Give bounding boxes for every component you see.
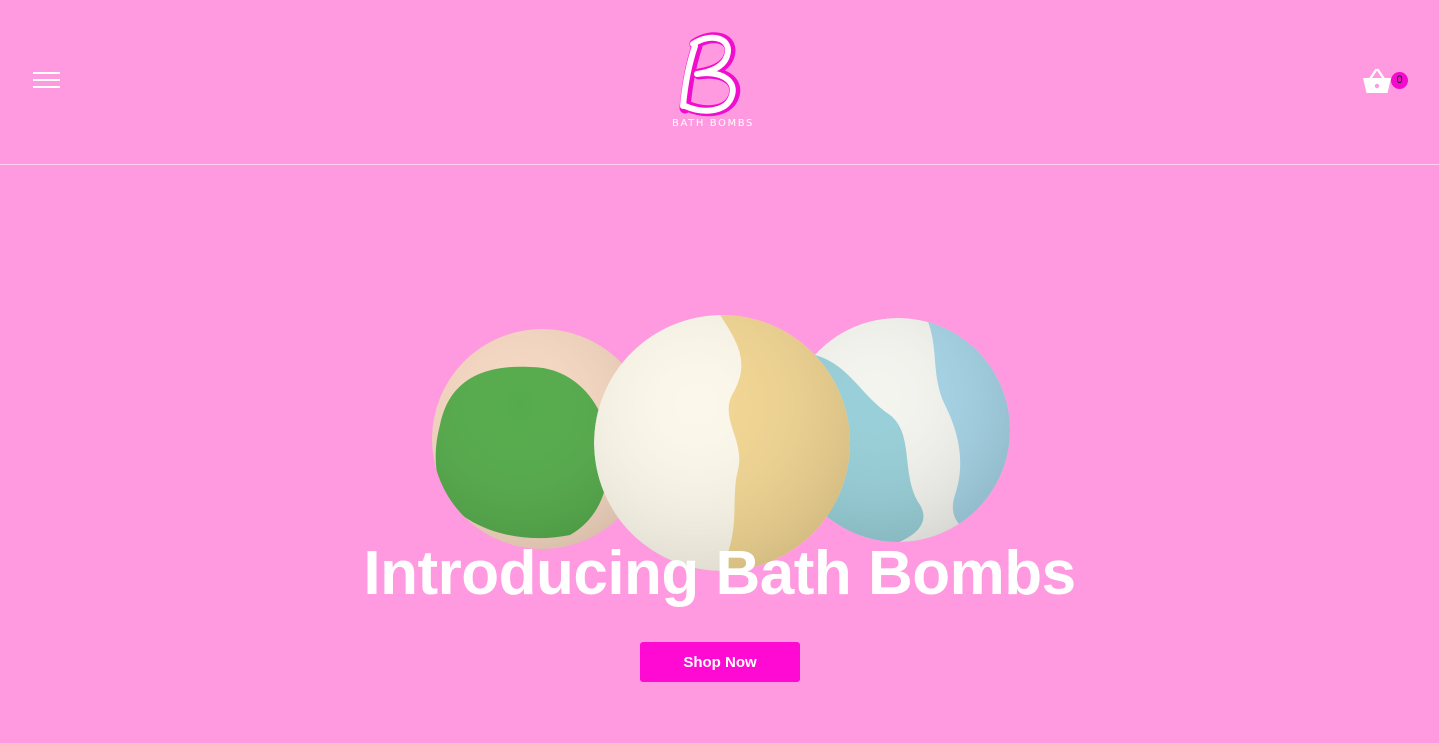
cart-count-badge: 0 <box>1391 72 1408 89</box>
site-header: BATH BOMBS 0 <box>0 0 1439 165</box>
page: BATH BOMBS 0 Introducing Bath Bombs Shop… <box>0 0 1439 743</box>
menu-button[interactable] <box>33 72 61 92</box>
hero-title: Introducing Bath Bombs <box>363 539 1076 608</box>
logo-wordmark: BATH BOMBS <box>672 118 754 129</box>
brand-logo[interactable]: BATH BOMBS <box>655 30 771 134</box>
logo-b-icon <box>679 32 741 117</box>
hamburger-menu-icon <box>33 72 61 88</box>
cart-button[interactable]: 0 <box>1362 66 1412 98</box>
basket-icon <box>1363 68 1391 93</box>
shop-now-button[interactable]: Shop Now <box>640 642 800 682</box>
